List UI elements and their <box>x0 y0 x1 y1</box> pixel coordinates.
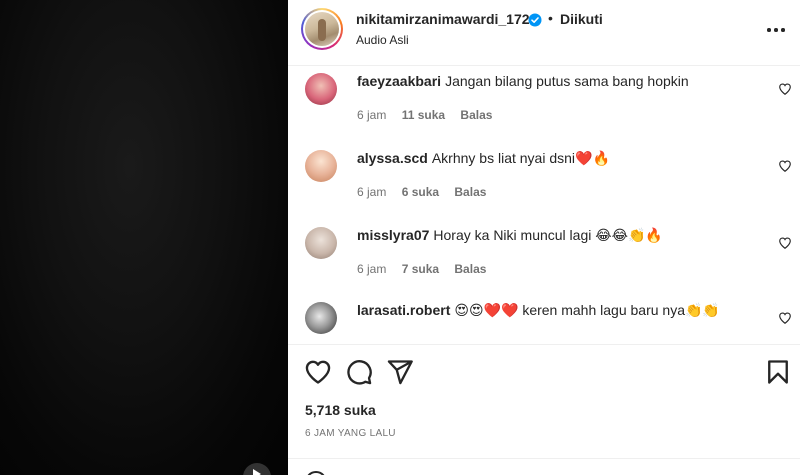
share-icon[interactable] <box>386 358 414 386</box>
follow-status-button[interactable]: Diikuti <box>560 11 603 27</box>
reply-button[interactable]: Balas <box>454 185 486 199</box>
comment-meta: 6 jam 11 suka Balas <box>357 108 504 122</box>
comment-heart-icon[interactable] <box>778 82 792 96</box>
header-separator: • <box>548 10 553 26</box>
comment-username[interactable]: larasati.robert <box>357 302 450 318</box>
media-control-button[interactable] <box>243 463 271 475</box>
verified-badge-icon <box>528 13 542 27</box>
comment-time: 6 jam <box>357 185 387 199</box>
post-panel: nikitamirzanimawardi_172 • Diikuti Audio… <box>288 0 800 475</box>
comment-meta: 6 jam 6 suka Balas <box>357 185 498 199</box>
comment-meta: 6 jam 7 suka Balas <box>357 262 498 276</box>
like-heart-icon[interactable] <box>304 358 332 386</box>
comment-text: Jangan bilang putus sama bang hopkin <box>445 73 689 89</box>
post-header: nikitamirzanimawardi_172 • Diikuti Audio… <box>288 0 800 66</box>
comment-heart-icon[interactable] <box>778 236 792 250</box>
reply-button[interactable]: Balas <box>460 108 492 122</box>
comment-text: 😍😍❤️❤️ keren mahh lagu baru nya👏👏 <box>454 302 720 318</box>
comment-item: larasati.robert 😍😍❤️❤️ keren mahh lagu ba… <box>288 297 800 343</box>
comment-avatar[interactable] <box>305 227 337 259</box>
post-timestamp: 6 JAM YANG LALU <box>305 428 396 439</box>
comment-time: 6 jam <box>357 108 387 122</box>
emoji-icon[interactable] <box>305 471 327 475</box>
author-avatar-image <box>305 12 339 46</box>
comment-heart-icon[interactable] <box>778 159 792 173</box>
likes-count[interactable]: 5,718 suka <box>305 402 376 418</box>
comment-likes[interactable]: 6 suka <box>402 185 439 199</box>
audio-label[interactable]: Audio Asli <box>356 33 409 47</box>
comment-icon[interactable] <box>345 358 373 386</box>
post-media[interactable] <box>0 0 288 475</box>
comment-avatar[interactable] <box>305 302 337 334</box>
author-avatar[interactable] <box>301 8 343 50</box>
comment-heart-icon[interactable] <box>778 311 792 325</box>
comment-text: Horay ka Niki muncul lagi 😂😂👏🔥 <box>433 227 663 243</box>
bookmark-icon[interactable] <box>764 358 792 386</box>
comment-likes[interactable]: 11 suka <box>402 108 445 122</box>
comment-item: faeyzaakbari Jangan bilang putus sama ban… <box>288 68 800 142</box>
comment-username[interactable]: misslyra07 <box>357 227 429 243</box>
comment-username[interactable]: faeyzaakbari <box>357 73 441 89</box>
comment-username[interactable]: alyssa.scd <box>357 150 428 166</box>
actions-divider <box>288 344 800 345</box>
comment-avatar[interactable] <box>305 73 337 105</box>
add-comment-divider <box>288 458 800 459</box>
comment-item: misslyra07 Horay ka Niki muncul lagi 😂😂👏🔥… <box>288 222 800 296</box>
comment-avatar[interactable] <box>305 150 337 182</box>
play-icon <box>253 469 261 475</box>
comment-time: 6 jam <box>357 262 387 276</box>
more-options-icon[interactable] <box>766 20 786 40</box>
reply-button[interactable]: Balas <box>454 262 486 276</box>
comment-likes[interactable]: 7 suka <box>402 262 439 276</box>
author-username[interactable]: nikitamirzanimawardi_172 <box>356 11 530 27</box>
comment-text: Akrhny bs liat nyai dsni❤️🔥 <box>431 150 610 166</box>
comment-item: alyssa.scd Akrhny bs liat nyai dsni❤️🔥 6 … <box>288 145 800 219</box>
